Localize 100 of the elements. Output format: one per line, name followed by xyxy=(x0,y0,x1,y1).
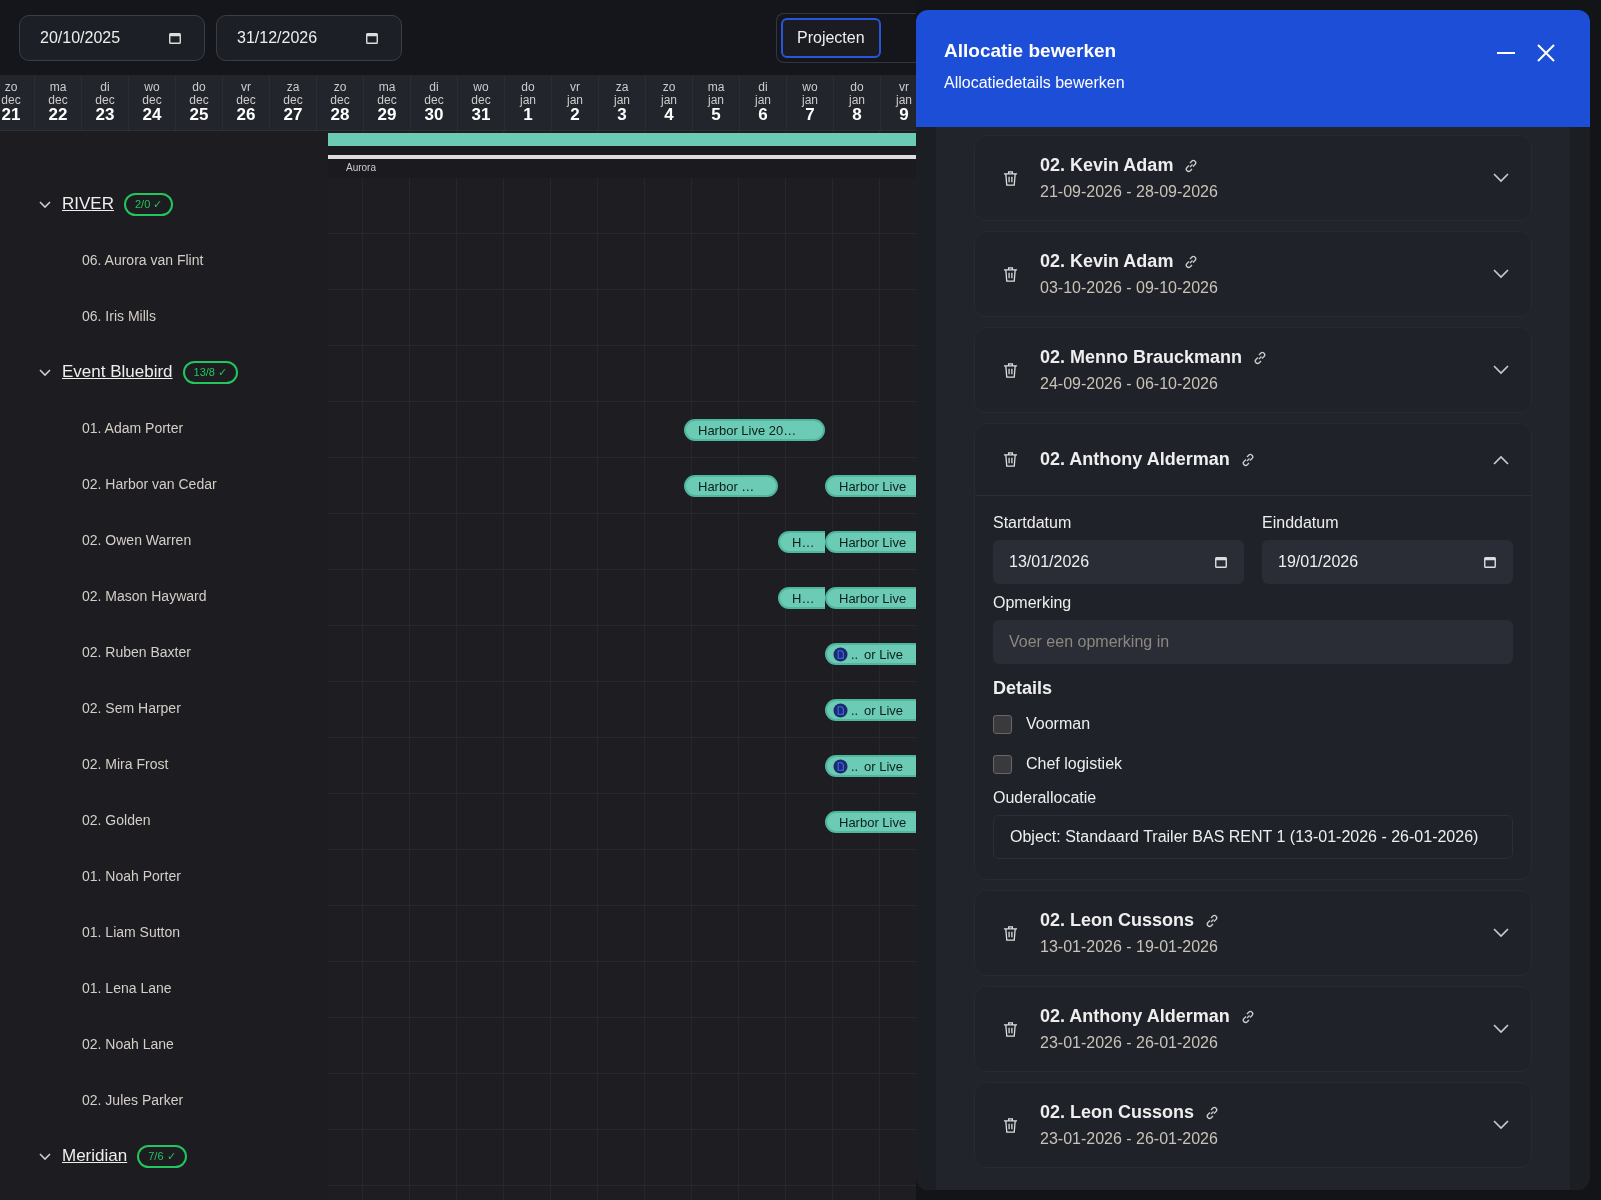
chevron-icon[interactable] xyxy=(1493,454,1509,465)
day-number: 22 xyxy=(48,106,68,124)
day-number: 30 xyxy=(424,106,444,124)
checkbox[interactable] xyxy=(993,754,1012,774)
allocation-bar[interactable]: .. xyxy=(825,643,861,665)
allocation-bar[interactable]: Harbor Live xyxy=(825,811,916,833)
calendar-icon xyxy=(168,30,182,45)
allocation-dates: 23-01-2026 - 26-01-2026 xyxy=(1040,1130,1219,1148)
resource-name: 02. Mira Frost xyxy=(82,756,169,772)
trash-icon[interactable] xyxy=(1003,169,1018,187)
allocation-name: 02. Kevin Adam xyxy=(1040,251,1174,272)
trash-icon[interactable] xyxy=(1003,265,1018,283)
month-label: jan xyxy=(661,93,677,107)
resource-name: 02. Mason Hayward xyxy=(82,588,207,604)
trash-icon[interactable] xyxy=(1003,924,1018,942)
weekday-label: di xyxy=(429,81,439,94)
resource-name: 06. Aurora van Flint xyxy=(82,252,204,268)
weekday-label: za xyxy=(615,81,629,94)
day-number: 25 xyxy=(189,106,209,124)
document-icon xyxy=(833,702,848,718)
month-label: dec xyxy=(377,93,397,107)
allocation-bar[interactable]: Harbor Live xyxy=(825,531,916,553)
allocation-name: 02. Anthony Alderman xyxy=(1040,1006,1230,1027)
weekday-label: wo xyxy=(802,81,818,94)
month-label: dec xyxy=(330,93,350,107)
allocation-bar[interactable]: Harbor Live 20… xyxy=(684,419,825,441)
weekday-label: do xyxy=(192,81,206,94)
close-icon[interactable] xyxy=(1536,43,1556,63)
resource-name: 02. Ruben Baxter xyxy=(82,644,191,660)
day-number: 4 xyxy=(664,106,674,124)
weekday-label: ma xyxy=(49,81,67,94)
day-number: 3 xyxy=(617,106,627,124)
day-number: 6 xyxy=(758,106,768,124)
allocation-bar[interactable]: or Live xyxy=(861,755,916,777)
allocation-bar[interactable]: Harbor Live xyxy=(825,475,916,497)
month-label: jan xyxy=(849,93,865,107)
day-number: 21 xyxy=(1,106,21,124)
allocation-bar[interactable]: H… xyxy=(778,531,825,553)
allocation-dates: 13-01-2026 - 19-01-2026 xyxy=(1040,938,1219,956)
weekday-label: di xyxy=(100,81,110,94)
chevron-icon[interactable] xyxy=(1493,365,1509,375)
allocation-dates: 24-09-2026 - 06-10-2026 xyxy=(1040,375,1219,393)
allocation-bar[interactable]: or Live xyxy=(861,643,916,665)
day-number: 5 xyxy=(711,106,721,124)
allocation-dates: 21-09-2026 - 28-09-2026 xyxy=(1040,183,1219,201)
chevron-icon[interactable] xyxy=(1493,1024,1509,1034)
weekday-label: wo xyxy=(144,81,160,94)
allocation-bar[interactable]: H… xyxy=(778,587,825,609)
start-date-field[interactable]: 13/01/2026 xyxy=(993,540,1244,584)
month-label: dec xyxy=(95,93,115,107)
date-field[interactable]: 31/12/2026 xyxy=(216,14,402,61)
chevron-icon[interactable] xyxy=(1493,928,1509,938)
allocation-bar[interactable]: .. xyxy=(825,755,861,777)
chevron-icon[interactable] xyxy=(1493,1120,1509,1130)
calendar-icon xyxy=(1483,555,1497,569)
day-number: 27 xyxy=(283,106,303,124)
date-field[interactable]: 20/10/2025 xyxy=(19,14,205,61)
allocation-name: 02. Menno Brauckmann xyxy=(1040,347,1243,368)
allocation-dates: 03-10-2026 - 09-10-2026 xyxy=(1040,279,1219,297)
end-date-field[interactable]: 19/01/2026 xyxy=(1262,540,1513,584)
count-badge: 13/8 ✓ xyxy=(182,360,239,384)
weekday-label: zo xyxy=(333,81,347,94)
group-link[interactable]: RIVER xyxy=(62,194,114,214)
trash-icon[interactable] xyxy=(1003,361,1018,379)
document-icon xyxy=(833,758,848,774)
trash-icon[interactable] xyxy=(1003,451,1018,468)
resource-name: 02. Sem Harper xyxy=(82,700,181,716)
group-link[interactable]: Meridian xyxy=(62,1146,128,1166)
projects-tab[interactable]: Projecten xyxy=(781,17,881,58)
weekday-label: do xyxy=(850,81,864,94)
group-link[interactable]: Event Bluebird xyxy=(62,362,173,382)
resource-name: 02. Golden xyxy=(82,812,151,828)
calendar-icon xyxy=(365,30,379,45)
allocation-bar[interactable]: Harbor … xyxy=(684,475,778,497)
allocation-name: 02. Anthony Alderman xyxy=(1040,449,1230,470)
resource-name: 01. Liam Sutton xyxy=(82,924,181,940)
section-heading: Details xyxy=(993,678,1054,699)
count-badge: 2/0 ✓ xyxy=(123,192,174,216)
parent-allocation-field[interactable]: Object: Standaard Trailer BAS RENT 1 (13-01-2026 - 26-01-2026) xyxy=(993,815,1513,859)
remark-field[interactable]: Voer een opmerking in xyxy=(993,620,1513,664)
checkbox-label: Voorman xyxy=(1026,715,1091,733)
chevron-icon[interactable] xyxy=(1493,173,1509,183)
month-label: dec xyxy=(1,93,21,107)
checkbox[interactable] xyxy=(993,714,1012,734)
month-label: jan xyxy=(896,93,912,107)
field-label: Startdatum xyxy=(993,514,1073,532)
weekday-label: do xyxy=(521,81,535,94)
checkbox-label: Chef logistiek xyxy=(1026,755,1123,773)
trash-icon[interactable] xyxy=(1003,1116,1018,1134)
allocation-dates: 23-01-2026 - 26-01-2026 xyxy=(1040,1034,1219,1052)
weekday-label: ma xyxy=(378,81,396,94)
weekday-label: di xyxy=(758,81,768,94)
chevron-icon[interactable] xyxy=(1493,269,1509,279)
allocation-bar[interactable]: or Live xyxy=(861,699,916,721)
month-label: dec xyxy=(236,93,256,107)
trash-icon[interactable] xyxy=(1003,1020,1018,1038)
allocation-bar[interactable]: .. xyxy=(825,699,861,721)
day-number: 7 xyxy=(805,106,815,124)
allocation-bar[interactable]: Harbor Live xyxy=(825,587,916,609)
day-number: 26 xyxy=(236,106,256,124)
